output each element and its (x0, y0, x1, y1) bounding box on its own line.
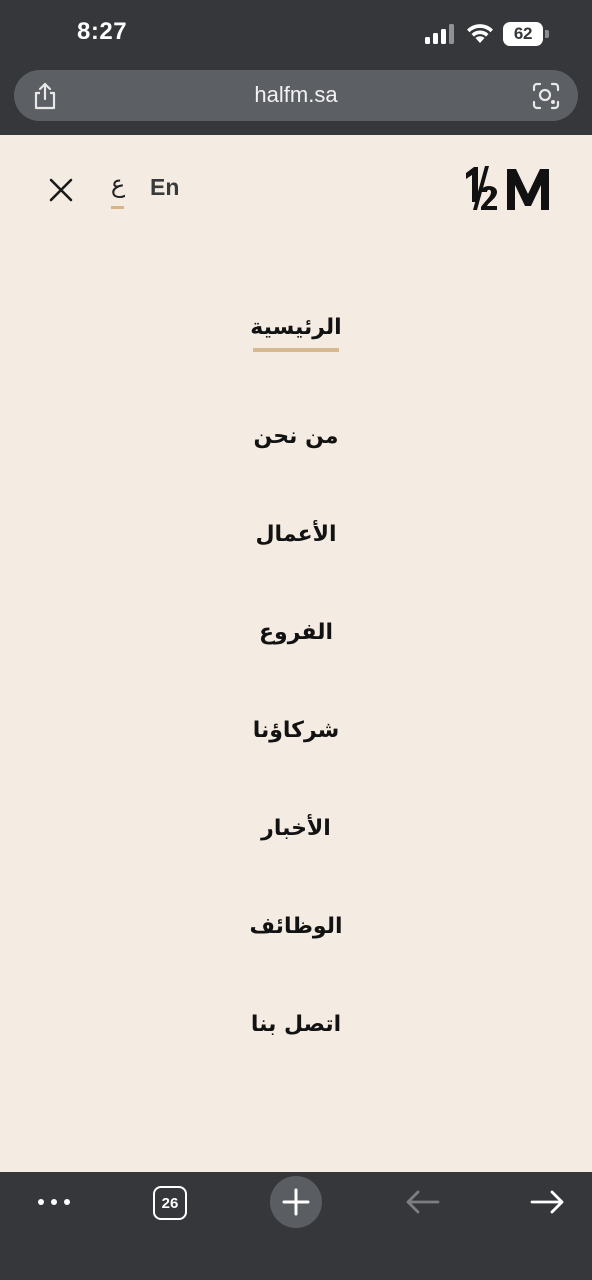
nav-item-branches[interactable]: الفروع (146, 607, 446, 657)
nav-item-partners[interactable]: شركاؤنا (146, 705, 446, 755)
back-arrow-icon[interactable] (404, 1189, 440, 1215)
nav-active-underline (253, 348, 339, 352)
wifi-icon (467, 24, 493, 43)
nav-item-contact[interactable]: اتصل بنا (146, 999, 446, 1049)
tabs-button[interactable]: 26 (153, 1186, 187, 1220)
signal-icon (425, 24, 454, 44)
lens-icon[interactable] (532, 82, 560, 110)
nav-item-careers[interactable]: الوظائف (146, 901, 446, 951)
close-icon[interactable] (47, 176, 75, 204)
more-icon[interactable] (36, 1192, 72, 1212)
url-text[interactable]: halfm.sa (14, 82, 578, 108)
plus-icon (282, 1188, 310, 1216)
language-english-button[interactable]: En (150, 174, 179, 201)
battery-icon: 62 (503, 22, 549, 46)
address-bar[interactable]: halfm.sa (14, 70, 578, 121)
browser-bottom-toolbar: 26 (0, 1172, 592, 1280)
nav-item-news[interactable]: الأخبار (146, 803, 446, 853)
browser-top-chrome: 8:27 62 halfm.sa (0, 0, 592, 135)
status-time: 8:27 (77, 18, 128, 45)
battery-tip (545, 30, 549, 38)
new-tab-button[interactable] (270, 1176, 322, 1228)
nav-item-home[interactable]: الرئيسية (146, 302, 446, 352)
language-active-underline (111, 206, 124, 209)
nav-item-works[interactable]: الأعمال (146, 509, 446, 559)
half-m-logo[interactable] (463, 164, 559, 214)
forward-arrow-icon[interactable] (530, 1189, 566, 1215)
nav-item-about[interactable]: من نحن (146, 411, 446, 461)
battery-body: 62 (503, 22, 543, 46)
battery-level: 62 (513, 24, 533, 43)
